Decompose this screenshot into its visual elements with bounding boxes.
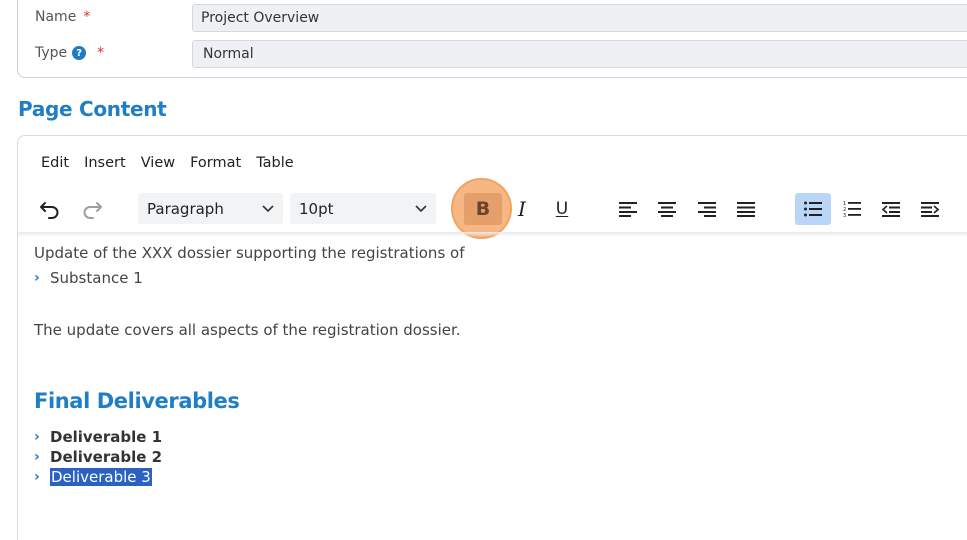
bullet-list-button[interactable] [795, 193, 831, 225]
chevron-down-icon [415, 204, 427, 212]
name-input[interactable]: Project Overview [192, 4, 967, 32]
chevron-right-icon: › [34, 429, 40, 445]
underline-button[interactable]: U [544, 193, 580, 225]
selected-deliverable-item[interactable]: Deliverable 3 [50, 468, 152, 486]
deliverables-heading: Final Deliverables [34, 389, 240, 413]
help-icon[interactable]: ? [72, 46, 87, 60]
chevron-right-icon: › [34, 469, 40, 485]
menu-edit[interactable]: Edit [41, 155, 69, 171]
undo-button[interactable] [32, 193, 68, 225]
list-item: › Deliverable 1 [34, 428, 162, 446]
deliverable-item: Deliverable 1 [50, 428, 163, 446]
list-item: › Deliverable 2 [34, 448, 162, 466]
type-label: Type ? * [35, 45, 104, 61]
bold-button[interactable]: B [464, 193, 502, 225]
indent-icon [921, 202, 939, 217]
justify-button[interactable] [728, 193, 764, 225]
content-line-2: The update covers all aspects of the reg… [34, 321, 461, 339]
required-mark: * [83, 9, 91, 25]
chevron-right-icon: › [34, 270, 40, 286]
undo-icon [40, 202, 59, 219]
type-label-text: Type [35, 45, 68, 61]
page-content-title: Page Content [18, 97, 167, 121]
toolbar-shadow [18, 232, 967, 237]
outdent-icon [882, 202, 900, 217]
chevron-right-icon: › [34, 449, 40, 465]
align-left-button[interactable] [610, 193, 646, 225]
menu-view[interactable]: View [141, 155, 175, 171]
numbered-list-icon: 1 2 3 [843, 201, 861, 218]
menu-table[interactable]: Table [256, 155, 294, 171]
chevron-down-icon [262, 204, 274, 212]
align-center-icon [658, 202, 676, 217]
outdent-button[interactable] [873, 193, 909, 225]
redo-button[interactable] [74, 193, 110, 225]
required-mark: * [97, 45, 105, 61]
numbered-list-button[interactable]: 1 2 3 [834, 193, 870, 225]
svg-text:3: 3 [843, 213, 846, 218]
content-line-1: Update of the XXX dossier supporting the… [34, 244, 465, 262]
align-center-button[interactable] [649, 193, 685, 225]
deliverable-item: Deliverable 2 [50, 448, 163, 466]
menu-format[interactable]: Format [190, 155, 241, 171]
editor-menubar: Edit Insert View Format Table [41, 155, 309, 171]
name-label: Name * [35, 9, 90, 25]
bullet-list-icon [804, 201, 822, 217]
font-size-select[interactable]: 10pt [290, 193, 436, 224]
name-label-text: Name [35, 9, 77, 25]
indent-button[interactable] [912, 193, 948, 225]
align-left-icon [619, 202, 637, 217]
page: Name * Project Overview Type ? * Normal P… [0, 0, 967, 540]
substance-item: Substance 1 [50, 269, 143, 287]
justify-icon [737, 202, 755, 217]
italic-button[interactable]: I [504, 193, 540, 225]
align-right-icon [698, 202, 716, 217]
align-right-button[interactable] [689, 193, 725, 225]
font-size-value: 10pt [299, 199, 334, 218]
list-item: › Deliverable 3 [34, 468, 152, 486]
menu-insert[interactable]: Insert [84, 155, 126, 171]
type-select[interactable]: Normal [192, 40, 967, 68]
block-format-select[interactable]: Paragraph [138, 193, 283, 224]
list-item: › Substance 1 [34, 269, 143, 287]
redo-icon [83, 202, 102, 219]
block-format-value: Paragraph [147, 199, 224, 218]
